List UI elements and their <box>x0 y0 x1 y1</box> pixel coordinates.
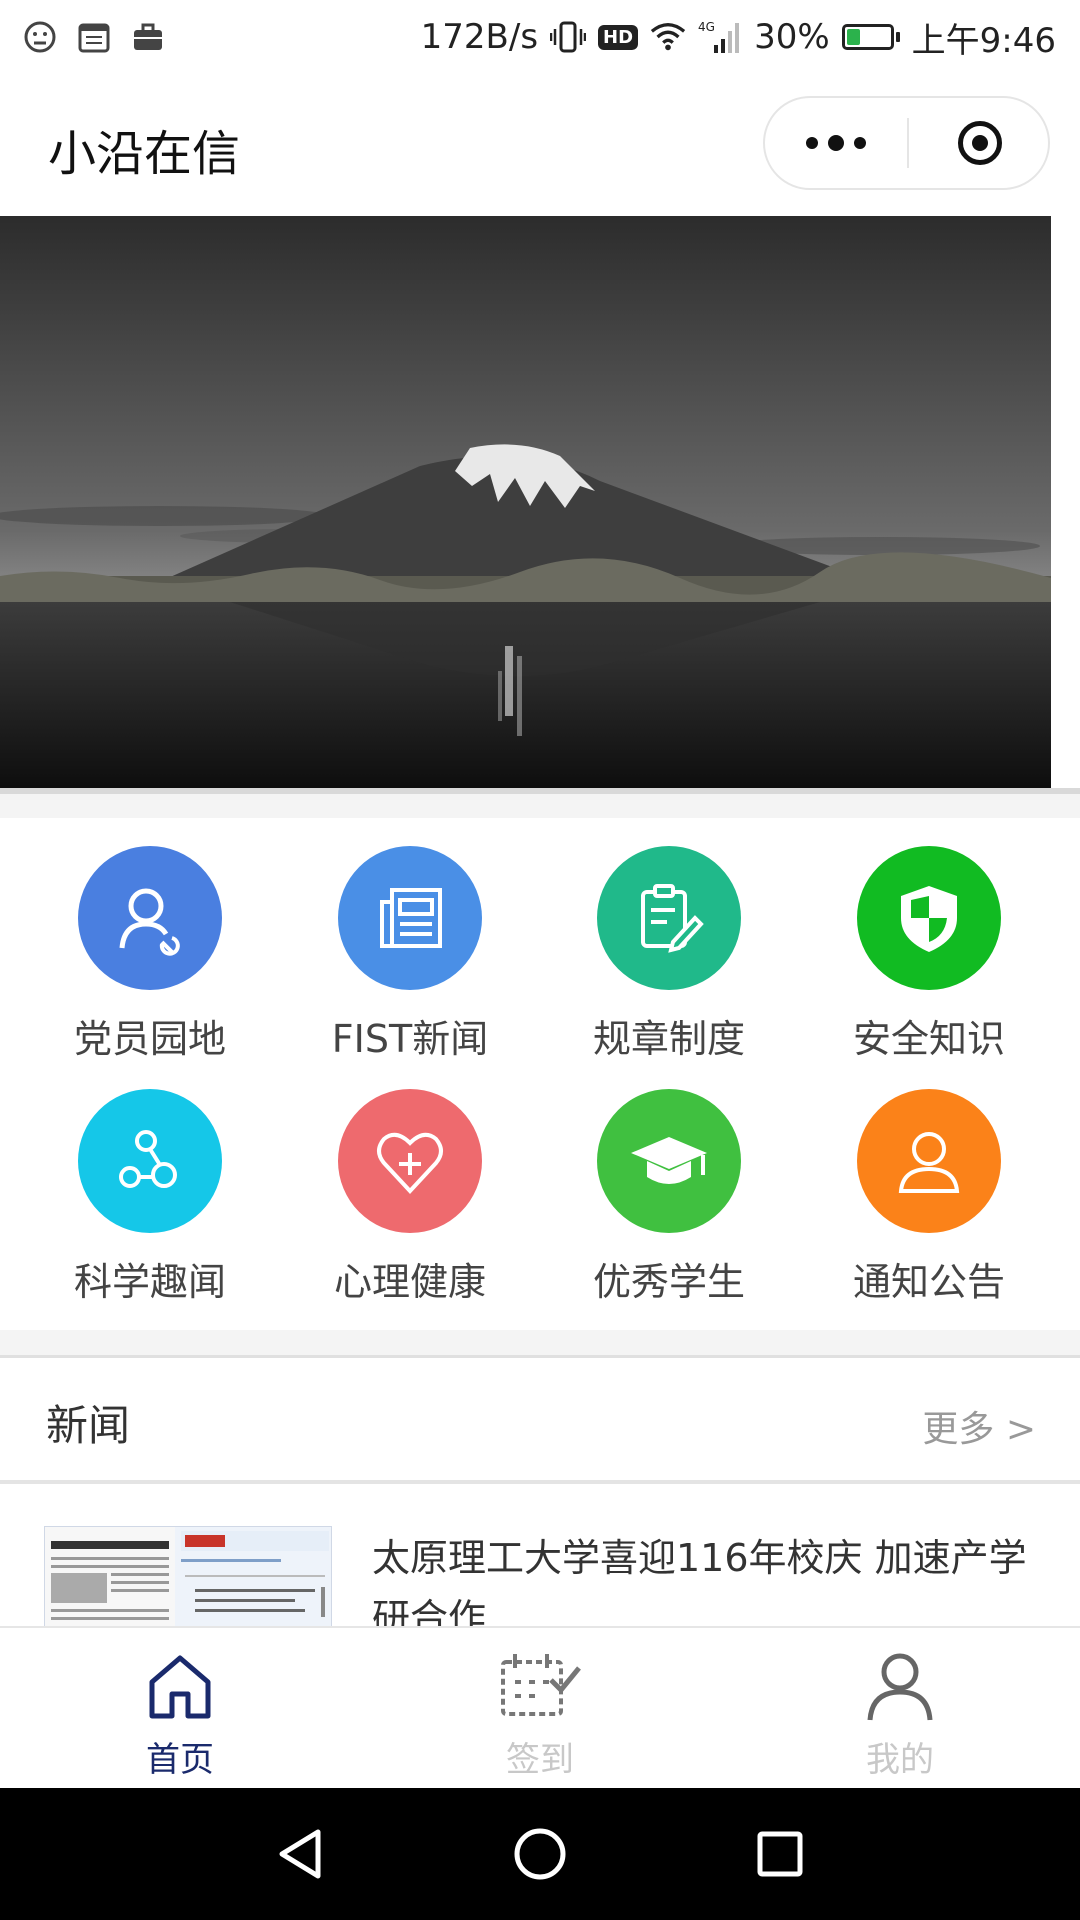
capsule-menu <box>763 96 1050 190</box>
hd-badge: HD <box>598 24 639 50</box>
shield-icon <box>857 846 1001 990</box>
molecule-icon <box>78 1089 222 1233</box>
close-miniprogram-button[interactable] <box>909 98 1050 188</box>
news-thumbnail <box>44 1526 332 1628</box>
more-dot-icon <box>828 135 844 151</box>
more-dot-icon <box>854 137 866 149</box>
grid-label: 优秀学生 <box>592 1260 745 1304</box>
news-list-item[interactable]: 太原理工大学喜迎116年校庆 加速产学研合作 <box>0 1484 1080 1628</box>
calendar-check-icon <box>360 1646 720 1726</box>
tab-bar: 首页 签到 我的 <box>0 1626 1080 1788</box>
home-button[interactable] <box>500 1818 580 1890</box>
calendar-app-icon <box>76 19 112 55</box>
grid-item-fist-news[interactable]: FIST新闻 <box>310 846 510 1076</box>
grid-label: 党员园地 <box>73 1017 226 1061</box>
grid-label: 规章制度 <box>592 1017 745 1061</box>
grid-item-mental-health[interactable]: 心理健康 <box>310 1089 510 1319</box>
user-icon <box>720 1646 1080 1726</box>
news-headline: 太原理工大学喜迎116年校庆 加速产学研合作 <box>372 1536 1027 1628</box>
clock: 上午9:46 <box>911 20 1056 61</box>
signal-icon: 4G <box>698 19 742 55</box>
battery-percent: 30% <box>754 17 830 57</box>
grid-item-science[interactable]: 科学趣闻 <box>50 1089 250 1319</box>
graduation-cap-icon <box>597 1089 741 1233</box>
recents-square-icon <box>757 1831 803 1877</box>
newspaper-icon <box>338 846 482 990</box>
grid-label: FIST新闻 <box>331 1017 489 1061</box>
more-options-button[interactable] <box>765 98 907 188</box>
vibrate-icon <box>550 19 587 55</box>
grid-item-safety[interactable]: 安全知识 <box>829 846 1029 1076</box>
android-navigation-bar <box>0 1788 1080 1920</box>
tab-home[interactable]: 首页 <box>0 1628 360 1788</box>
tab-sign-in[interactable]: 签到 <box>360 1628 720 1788</box>
tab-label: 签到 <box>506 1740 574 1780</box>
heart-plus-icon <box>338 1089 482 1233</box>
home-icon <box>0 1646 360 1726</box>
nav-bar: 小沿在信 <box>0 74 1080 214</box>
battery-icon <box>841 24 900 50</box>
grid-item-excellent-students[interactable]: 优秀学生 <box>569 1089 769 1319</box>
briefcase-icon <box>130 19 166 55</box>
news-section-gap <box>0 1330 1080 1358</box>
mountain-landscape-image <box>0 216 1051 788</box>
home-circle-icon <box>514 1828 566 1880</box>
grid-label: 通知公告 <box>852 1260 1005 1304</box>
grid-item-party-member[interactable]: 党员园地 <box>50 846 250 1076</box>
tab-label: 我的 <box>866 1740 934 1780</box>
grid-item-regulations[interactable]: 规章制度 <box>569 846 769 1076</box>
network-type-label: 4G <box>698 20 715 34</box>
wifi-icon <box>650 19 686 55</box>
news-section-title: 新闻 <box>46 1401 131 1450</box>
target-icon <box>957 121 1002 165</box>
party-member-icon <box>78 846 222 990</box>
status-left-icons <box>0 19 166 55</box>
status-right-icons: 172B/s HD 4G 30% 上午9:46 <box>421 13 1080 62</box>
person-icon <box>857 1089 1001 1233</box>
clipboard-edit-icon <box>597 846 741 990</box>
tab-profile[interactable]: 我的 <box>720 1628 1080 1788</box>
grid-item-notices[interactable]: 通知公告 <box>829 1089 1029 1319</box>
more-dot-icon <box>806 137 818 149</box>
grid-label: 科学趣闻 <box>73 1260 226 1304</box>
recents-button[interactable] <box>740 1818 820 1890</box>
news-section-header: 新闻 更多 > <box>0 1358 1080 1480</box>
status-bar: 172B/s HD 4G 30% 上午9:46 <box>0 0 1080 74</box>
tab-label: 首页 <box>146 1740 214 1780</box>
section-gap <box>0 794 1080 818</box>
news-more-link[interactable]: 更多 > <box>922 1400 1036 1452</box>
banner-image[interactable] <box>0 216 1051 788</box>
network-speed: 172B/s <box>420 17 539 57</box>
grid-label: 安全知识 <box>852 1017 1005 1061</box>
feature-grid: 党员园地 FIST新闻 规章制度 安全知识 科学趣闻 心理健康 优秀学生 通知公… <box>0 818 1080 1330</box>
grid-label: 心理健康 <box>333 1260 486 1304</box>
face-icon <box>22 19 58 55</box>
battery-fill <box>846 29 860 45</box>
page-title: 小沿在信 <box>48 126 241 182</box>
back-triangle-icon <box>279 1829 321 1879</box>
back-button[interactable] <box>260 1818 340 1890</box>
